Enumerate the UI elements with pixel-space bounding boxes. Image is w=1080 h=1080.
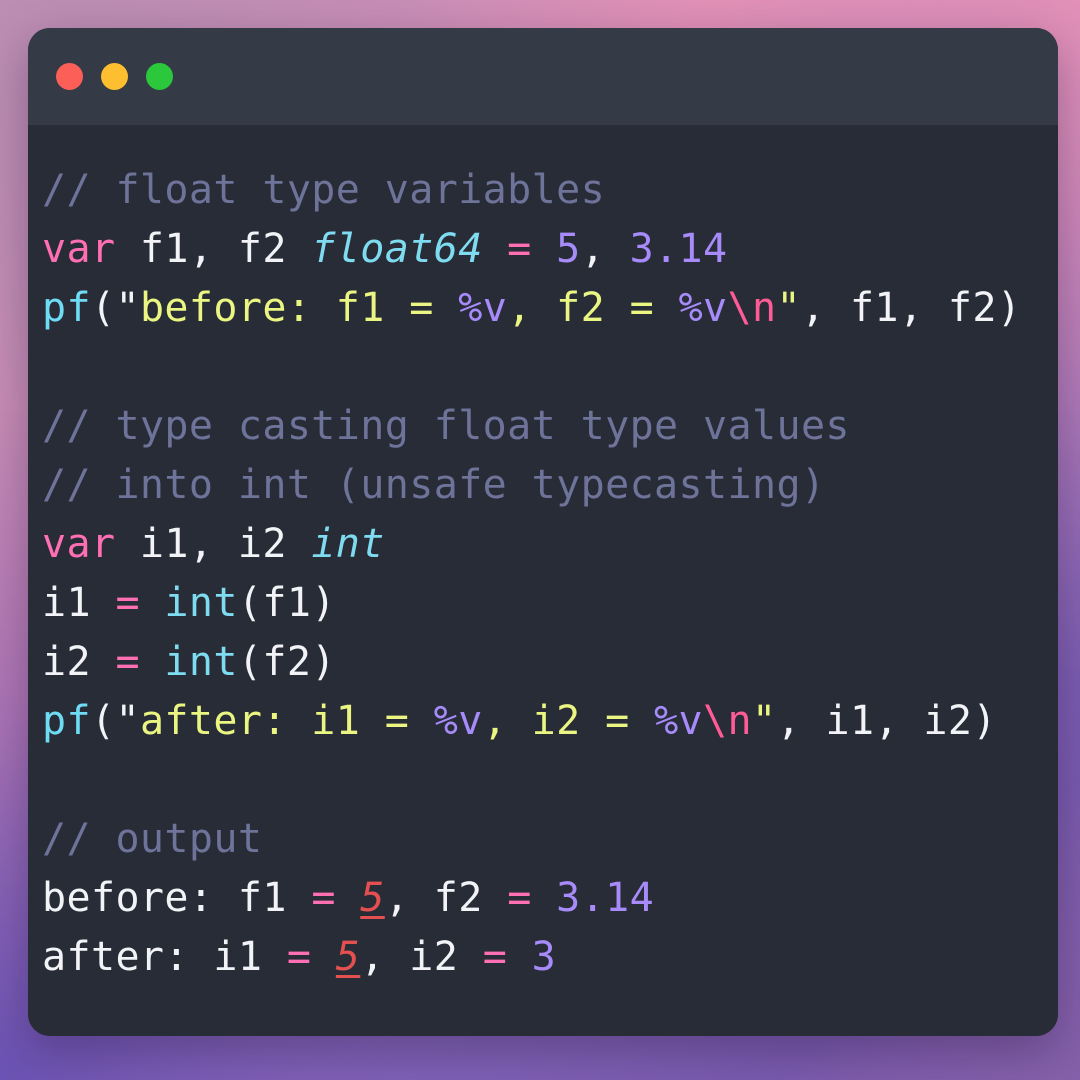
code-token: "	[115, 698, 140, 744]
window-titlebar	[28, 28, 1058, 125]
code-token: "	[752, 698, 777, 744]
code-token: after: i1 =	[139, 698, 434, 744]
code-token: (	[90, 698, 116, 744]
code-token: var	[42, 521, 116, 567]
code-token: =	[507, 226, 532, 272]
code-line: pf("after: i1 = %v, i2 = %v\n", i1, i2)	[42, 692, 1058, 751]
code-token: %v	[433, 698, 483, 744]
code-token: // into int (unsafe typecasting)	[42, 462, 826, 508]
code-token: // type casting float type values	[42, 403, 850, 449]
code-line: // float type variables	[42, 161, 1058, 220]
code-token: (f2)	[237, 639, 336, 685]
code-token: float64	[311, 226, 483, 272]
code-line: var i1, i2 int	[42, 515, 1058, 574]
code-block[interactable]: // float type variables var f1, f2 float6…	[42, 161, 1058, 987]
code-token: =	[507, 875, 532, 921]
code-token: =	[115, 639, 140, 685]
code-token: after: i1	[42, 934, 287, 980]
code-token: \n	[703, 698, 753, 744]
code-token: before: f1 =	[139, 285, 459, 331]
code-token: pf	[42, 698, 91, 744]
code-token: (	[90, 285, 116, 331]
code-token: , i2 =	[482, 698, 655, 744]
code-line: before: f1 = 5, f2 = 3.14	[42, 869, 1058, 928]
code-token: , i2	[360, 934, 483, 980]
maximize-button-icon[interactable]	[146, 63, 173, 90]
code-token: , f2	[384, 875, 508, 921]
code-token: int	[164, 580, 238, 626]
code-token: 5	[556, 226, 581, 272]
code-token: \n	[727, 285, 777, 331]
code-token: , f1, f2)	[800, 285, 1022, 331]
code-token: i2	[42, 639, 116, 685]
code-token: %v	[654, 698, 704, 744]
close-button-icon[interactable]	[56, 63, 83, 90]
code-token: =	[311, 875, 336, 921]
code-token: 5	[335, 934, 361, 980]
code-line: i1 = int(f1)	[42, 574, 1058, 633]
code-line: after: i1 = 5, i2 = 3	[42, 928, 1058, 987]
code-token: "	[776, 285, 801, 331]
code-token: pf	[42, 285, 91, 331]
code-line: pf("before: f1 = %v, f2 = %v\n", f1, f2)	[42, 279, 1058, 338]
code-token: , i1, i2)	[776, 698, 997, 744]
code-token: int	[164, 639, 238, 685]
code-line: // type casting float type values	[42, 397, 1058, 456]
minimize-button-icon[interactable]	[101, 63, 128, 90]
code-line: // into int (unsafe typecasting)	[42, 456, 1058, 515]
code-line: i2 = int(f2)	[42, 633, 1058, 692]
code-token: %v	[678, 285, 728, 331]
code-token: (f1)	[237, 580, 336, 626]
code-token: // output	[42, 816, 263, 862]
code-token: , f2 =	[507, 285, 679, 331]
code-token: =	[482, 934, 508, 980]
code-token: =	[115, 580, 140, 626]
code-token: int	[311, 521, 385, 567]
code-token: i1	[42, 580, 116, 626]
code-token: before: f1	[42, 875, 312, 921]
code-token: "	[115, 285, 140, 331]
code-token: ,	[580, 226, 630, 272]
code-token: %v	[458, 285, 508, 331]
code-editor-area[interactable]: // float type variables var f1, f2 float6…	[28, 125, 1058, 1036]
code-token: 3	[531, 934, 557, 980]
code-token: =	[286, 934, 312, 980]
code-token: f1, f2	[115, 226, 312, 272]
code-line: // output	[42, 810, 1058, 869]
code-window: // float type variables var f1, f2 float6…	[28, 28, 1058, 1036]
code-token: i1, i2	[115, 521, 312, 567]
code-token: 5	[360, 875, 385, 921]
code-token: // float type variables	[42, 167, 606, 213]
code-line: var f1, f2 float64 = 5, 3.14	[42, 220, 1058, 279]
code-token: var	[42, 226, 116, 272]
code-token: 3.14	[556, 875, 655, 921]
code-token: 3.14	[629, 226, 728, 272]
